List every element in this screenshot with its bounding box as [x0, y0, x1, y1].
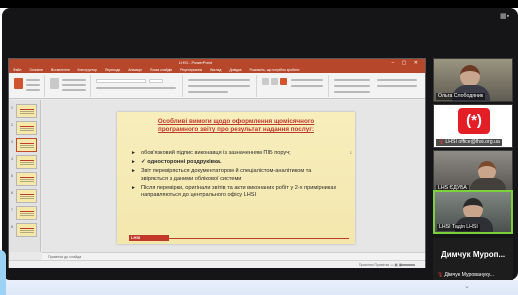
slide-thumbnail[interactable] — [16, 104, 37, 118]
bottom-toolbar: ⌄ — [2, 280, 518, 295]
ribbon-group-editing — [331, 75, 425, 97]
ribbon-group-slides — [47, 75, 91, 97]
notes-pane[interactable]: Примітки до слайда — [42, 252, 425, 260]
thumb-number: 1 — [11, 106, 13, 110]
chevron-down-icon[interactable]: ⌄ — [464, 282, 470, 290]
participant-name: LHSI office@lhsi.org.ua — [445, 139, 500, 145]
ribbon-item[interactable] — [26, 89, 40, 91]
thumb-number: 2 — [11, 123, 13, 127]
slide-title: Особливі вимоги щодо оформлення щомісячн… — [157, 118, 315, 134]
mic-off-icon: 🎙 — [438, 139, 445, 145]
fullscreen-icon[interactable]: ▦▪ — [500, 12, 510, 20]
ribbon-group-paragraph — [185, 75, 257, 97]
slide-thumbnail-active[interactable] — [16, 138, 37, 152]
status-view-buttons[interactable]: Примітки Примітки ▭ ▦ ▣ – — [359, 263, 405, 267]
participant-video — [460, 65, 480, 87]
ppt-titlebar: LHSI - PowerPoint – ▢ ✕ — [9, 59, 425, 67]
window-controls[interactable]: – ▢ ✕ — [392, 59, 421, 67]
participant-tile[interactable]: Димчук Муроп... 🎙Дімчук Муровануку... — [433, 238, 513, 280]
ribbon-item[interactable] — [26, 84, 40, 86]
slide-bullet: Після перевірки, оригінали звітів та акт… — [131, 185, 339, 199]
participant-tile[interactable]: (*) 🎙LHSI office@lhsi.org.ua — [433, 104, 513, 148]
slide-thumbnail-pane: 1 2 3 4 5 6 7 8 — [9, 100, 41, 252]
slide-bullet: ✓ односторонні роздруківка. — [131, 159, 339, 166]
paste-icon[interactable] — [14, 78, 23, 89]
top-bar — [0, 0, 518, 8]
ribbon-item[interactable] — [62, 79, 86, 81]
current-slide[interactable]: Особливі вимоги щодо оформлення щомісячн… — [117, 112, 355, 244]
slide-thumbnail[interactable] — [16, 172, 37, 186]
participant-tile[interactable]: LHS ЄДУБА — [433, 150, 513, 194]
thumb-number: 6 — [11, 191, 13, 195]
slide-thumbnail[interactable] — [16, 206, 37, 220]
shapes-icon[interactable] — [262, 78, 269, 85]
slide-bullet-list: обов'язковий підпис виконавця із зазначе… — [131, 150, 339, 201]
find-button[interactable] — [334, 79, 370, 81]
ribbon-item[interactable] — [291, 79, 323, 81]
slide-thumbnail[interactable] — [16, 223, 37, 237]
slide-bullet: обов'язковий підпис виконавця із зазначе… — [131, 150, 339, 157]
font-select[interactable] — [96, 79, 146, 83]
ribbon-group-clipboard — [11, 75, 45, 97]
slide-canvas: Особливі вимоги щодо оформлення щомісячн… — [42, 100, 425, 252]
font-format-buttons[interactable] — [96, 87, 176, 89]
thumb-number: 3 — [11, 140, 13, 144]
participant-tile-active-speaker[interactable]: LHSI Тадія LHSI — [433, 190, 513, 234]
mic-off-icon: 🎙 — [437, 272, 444, 278]
slide-logo: LHSI — [129, 235, 169, 241]
slide-thumbnail[interactable] — [16, 189, 37, 203]
arrange-icon[interactable] — [271, 78, 278, 85]
paragraph-buttons[interactable] — [188, 79, 250, 81]
shared-screen: LHSI - PowerPoint – ▢ ✕ Файл Основне Вст… — [8, 58, 426, 268]
replace-button[interactable] — [334, 85, 370, 87]
quick-styles-icon[interactable] — [280, 78, 287, 85]
ribbon-group-drawing — [259, 75, 329, 97]
ribbon-item[interactable] — [62, 84, 86, 86]
slide-side-number: 1 — [349, 150, 352, 155]
participant-name: Ольга Слободяник — [436, 93, 486, 100]
ppt-window-title: LHSI - PowerPoint — [179, 60, 212, 65]
thumb-number: 7 — [11, 208, 13, 212]
font-size-select[interactable] — [149, 79, 163, 83]
thumb-number: 4 — [11, 157, 13, 161]
ribbon-item[interactable] — [26, 79, 40, 81]
participant-display-name: Димчук Муроп... — [441, 250, 506, 259]
new-slide-icon[interactable] — [50, 78, 59, 89]
ribbon-item[interactable] — [377, 85, 417, 87]
ribbon-group-font — [93, 75, 183, 97]
select-button[interactable] — [334, 91, 370, 93]
paragraph-buttons[interactable] — [188, 91, 228, 93]
participant-name-wrapper: 🎙Дімчук Муровануку... — [435, 272, 496, 279]
participant-caption: Дімчук Муровануку... — [444, 272, 495, 278]
paragraph-buttons[interactable] — [188, 85, 250, 87]
slide-thumbnail[interactable] — [16, 155, 37, 169]
ribbon-item[interactable] — [377, 79, 417, 81]
participant-tile[interactable]: Ольга Слободяник — [433, 58, 513, 102]
thumb-number: 5 — [11, 174, 13, 178]
ribbon-item[interactable] — [62, 89, 86, 91]
slide-bullet: Звіт перевіряється документатором й спец… — [131, 168, 339, 182]
ribbon-item[interactable] — [291, 85, 323, 87]
zoom-slider[interactable] — [401, 264, 415, 266]
decorative-accent — [0, 250, 6, 295]
slide-footer-line — [169, 238, 349, 239]
participant-name: LHSI Тадія LHSI — [437, 224, 480, 231]
participant-name-wrapper: 🎙LHSI office@lhsi.org.ua — [436, 139, 502, 146]
ppt-ribbon — [9, 73, 425, 99]
slide-thumbnail[interactable] — [16, 121, 37, 135]
thumb-number: 8 — [11, 225, 13, 229]
lhsi-logo: (*) — [458, 108, 490, 134]
ppt-statusbar: Примітки Примітки ▭ ▦ ▣ – — [9, 260, 425, 268]
